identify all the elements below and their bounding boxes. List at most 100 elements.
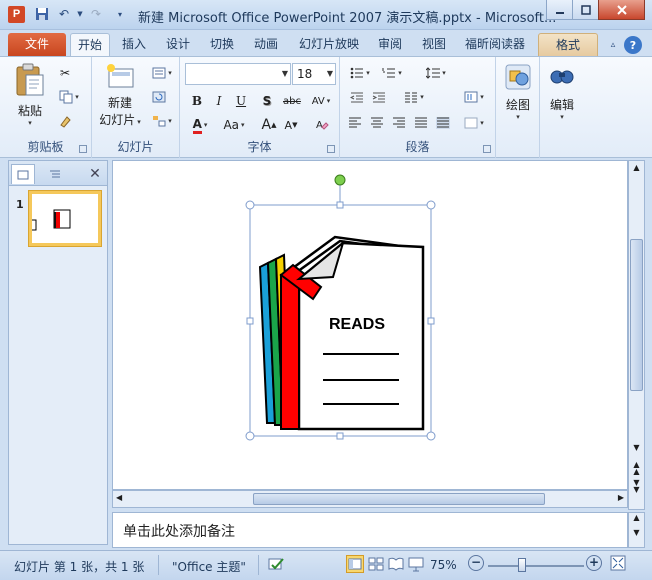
- editing-button[interactable]: 编辑 ▾: [542, 63, 582, 121]
- tab-insert[interactable]: 插入: [114, 33, 154, 56]
- theme-name[interactable]: "Office 主题": [172, 558, 246, 575]
- scroll-right-icon[interactable]: ▶: [618, 493, 624, 502]
- notes-pane[interactable]: 单击此处添加备注: [112, 512, 628, 548]
- previous-slide-icon[interactable]: ▲ ▲: [630, 461, 643, 476]
- font-launcher-icon[interactable]: [327, 145, 335, 153]
- change-case-button[interactable]: Aa ▾: [218, 115, 250, 135]
- section-icon[interactable]: ▾: [148, 111, 176, 131]
- powerpoint-app-icon[interactable]: P: [8, 6, 25, 23]
- tab-view[interactable]: 视图: [414, 33, 454, 56]
- align-center-icon[interactable]: [368, 113, 386, 133]
- slide-thumbnail[interactable]: [28, 190, 102, 247]
- align-right-icon[interactable]: [390, 113, 408, 133]
- zoom-slider[interactable]: [488, 565, 584, 567]
- clipboard-group: 粘贴 ▾ ✂ ▾ 剪贴板: [0, 57, 92, 158]
- slides-tab-icon[interactable]: [11, 164, 35, 184]
- minimize-ribbon-icon[interactable]: ▵: [604, 36, 622, 54]
- columns-icon[interactable]: ▾: [400, 87, 428, 107]
- maximize-button[interactable]: [572, 0, 599, 20]
- font-name-dropdown-icon[interactable]: ▼: [282, 64, 288, 84]
- tab-transitions[interactable]: 切换: [202, 33, 242, 56]
- format-painter-icon[interactable]: [54, 111, 76, 131]
- tab-animations[interactable]: 动画: [246, 33, 286, 56]
- clipboard-launcher-icon[interactable]: [79, 145, 87, 153]
- line-spacing-icon[interactable]: ▾: [422, 63, 450, 83]
- bold-button[interactable]: B: [188, 91, 206, 111]
- normal-view-icon[interactable]: [346, 555, 364, 573]
- vertical-scroll-thumb[interactable]: [630, 239, 643, 391]
- decrease-indent-icon[interactable]: [348, 87, 366, 107]
- selected-clipart[interactable]: READS: [245, 174, 436, 441]
- horizontal-scroll-thumb[interactable]: [253, 493, 545, 505]
- customize-qat-icon[interactable]: ▾: [112, 6, 128, 22]
- find-icon: [550, 70, 574, 84]
- scroll-left-icon[interactable]: ◀: [116, 493, 122, 502]
- character-spacing-button[interactable]: AV ▾: [308, 91, 334, 111]
- distributed-icon[interactable]: [434, 113, 452, 133]
- paragraph-launcher-icon[interactable]: [483, 145, 491, 153]
- scroll-up-icon[interactable]: ▲: [630, 163, 643, 177]
- increase-indent-icon[interactable]: [370, 87, 388, 107]
- vertical-scrollbar[interactable]: ▲ ▼ ▲ ▲ ▼ ▼: [628, 160, 645, 510]
- tab-foxit-reader[interactable]: 福昕阅读器: [458, 33, 532, 56]
- zoom-level[interactable]: 75%: [430, 558, 457, 572]
- new-slide-button[interactable]: 新建 幻灯片 ▾: [98, 63, 142, 128]
- tab-slide-show[interactable]: 幻灯片放映: [292, 33, 366, 56]
- font-name-combo[interactable]: ▼: [185, 63, 291, 85]
- font-color-button[interactable]: A ▾: [186, 115, 214, 135]
- help-icon[interactable]: ?: [624, 36, 642, 54]
- horizontal-scrollbar[interactable]: ◀ ▶: [112, 490, 628, 508]
- clear-formatting-icon[interactable]: A: [312, 115, 332, 135]
- zoom-in-icon[interactable]: +: [586, 555, 602, 571]
- slideshow-view-icon[interactable]: [408, 556, 424, 575]
- text-shadow-button[interactable]: S: [258, 91, 276, 111]
- italic-button[interactable]: I: [210, 91, 228, 111]
- align-text-icon[interactable]: ▾: [460, 113, 488, 133]
- tab-review[interactable]: 审阅: [370, 33, 410, 56]
- tab-design[interactable]: 设计: [158, 33, 198, 56]
- font-size-combo[interactable]: 18 ▼: [292, 63, 336, 85]
- undo-icon[interactable]: ↶: [56, 6, 72, 22]
- cut-icon[interactable]: ✂: [54, 63, 76, 83]
- text-direction-icon[interactable]: ▾: [460, 87, 488, 107]
- drawing-button[interactable]: 绘图 ▾: [498, 63, 538, 121]
- copy-icon[interactable]: ▾: [54, 87, 84, 107]
- reading-view-icon[interactable]: [388, 556, 404, 575]
- notes-scrollbar[interactable]: ▲ ▼: [628, 512, 645, 548]
- fit-to-window-icon[interactable]: [610, 555, 626, 574]
- tab-format[interactable]: 格式: [538, 33, 598, 56]
- notes-scroll-down-icon[interactable]: ▼: [629, 528, 644, 537]
- font-size-dropdown-icon[interactable]: ▼: [327, 64, 333, 84]
- minimize-button[interactable]: [546, 0, 573, 20]
- reset-slide-icon[interactable]: [148, 87, 170, 107]
- shrink-font-icon[interactable]: A ▼: [282, 115, 300, 135]
- redo-icon[interactable]: ↷: [88, 6, 104, 22]
- strikethrough-button[interactable]: abc: [280, 91, 304, 111]
- outline-tab-icon[interactable]: [43, 164, 67, 184]
- undo-dropdown-icon[interactable]: ▼: [72, 6, 88, 22]
- zoom-slider-thumb[interactable]: [518, 558, 526, 572]
- slide-sorter-view-icon[interactable]: [368, 556, 384, 575]
- next-slide-icon[interactable]: ▼ ▼: [630, 479, 643, 494]
- grow-font-icon[interactable]: A ▲: [260, 115, 278, 135]
- save-icon[interactable]: [34, 6, 50, 22]
- numbering-icon[interactable]: ▾: [378, 63, 406, 83]
- justify-icon[interactable]: [412, 113, 430, 133]
- spell-check-icon[interactable]: [268, 556, 286, 575]
- paste-button[interactable]: 粘贴 ▾: [10, 63, 50, 127]
- tab-home[interactable]: 开始: [70, 33, 110, 56]
- close-pane-icon[interactable]: ✕: [83, 164, 107, 184]
- notes-scroll-up-icon[interactable]: ▲: [629, 513, 644, 522]
- close-window-button[interactable]: [598, 0, 645, 20]
- paste-dropdown-icon[interactable]: ▾: [10, 119, 50, 127]
- bullets-icon[interactable]: ▾: [346, 63, 374, 83]
- drawing-dropdown-icon[interactable]: ▾: [498, 113, 538, 121]
- scroll-down-icon[interactable]: ▼: [630, 443, 643, 457]
- editing-dropdown-icon[interactable]: ▾: [542, 113, 582, 121]
- zoom-out-icon[interactable]: −: [468, 555, 484, 571]
- align-left-icon[interactable]: [346, 113, 364, 133]
- layout-icon[interactable]: ▾: [148, 63, 176, 83]
- tab-file[interactable]: 文件: [8, 33, 66, 56]
- rotation-handle[interactable]: [334, 174, 346, 186]
- underline-button[interactable]: U: [232, 91, 250, 111]
